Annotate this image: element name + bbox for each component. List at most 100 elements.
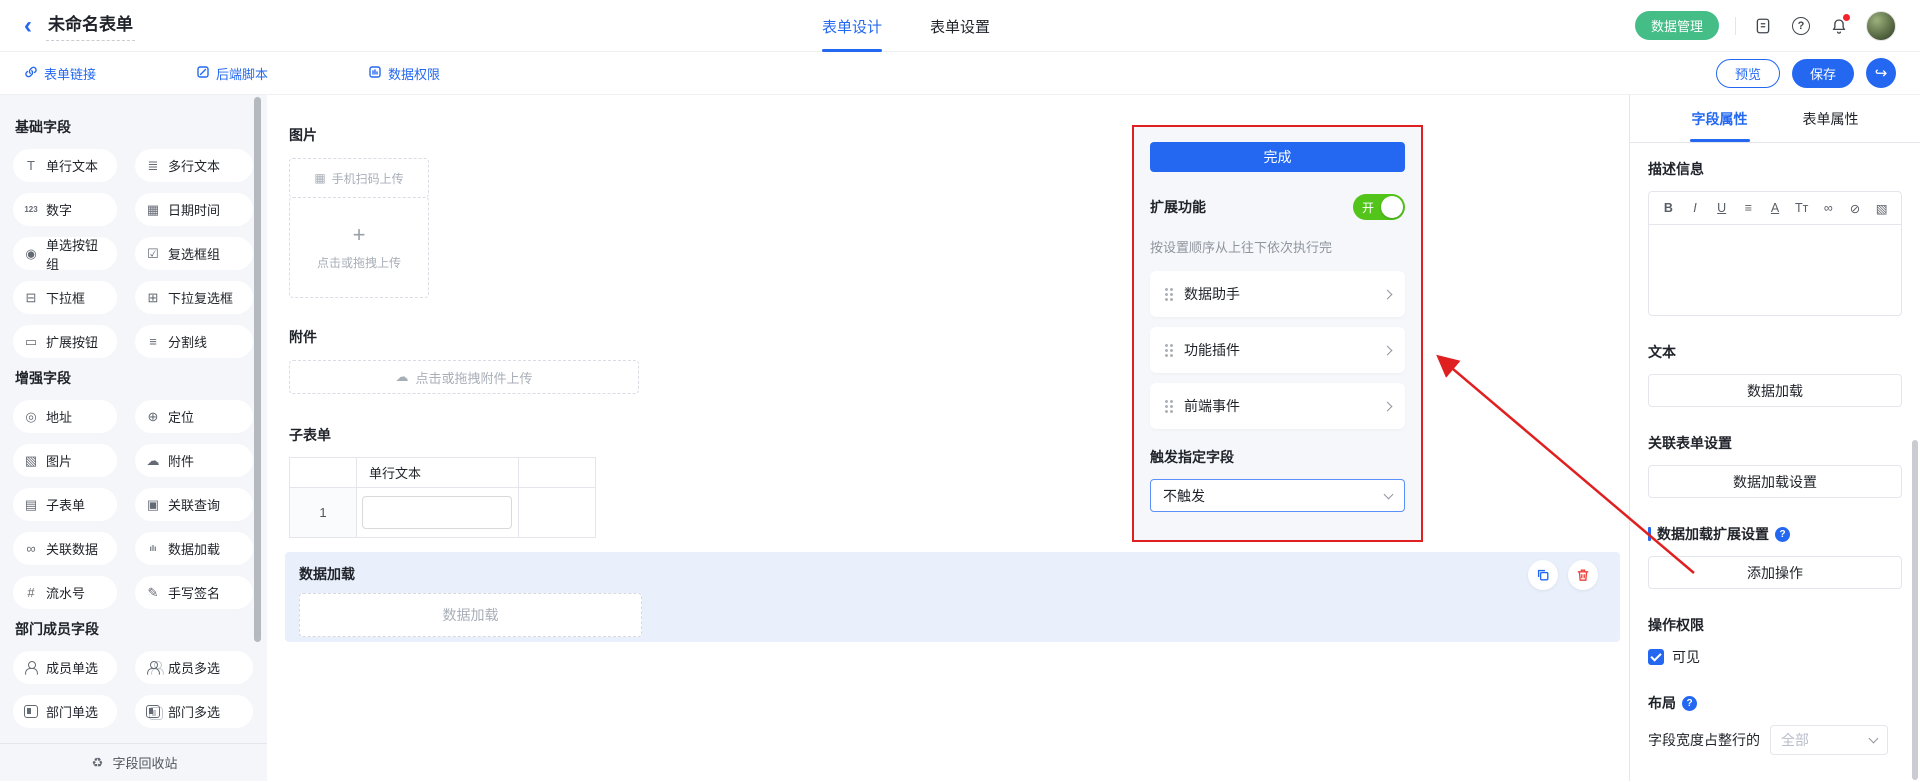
tab-field-properties[interactable]: 字段属性 [1692, 95, 1748, 142]
subform-text-input[interactable] [362, 496, 512, 529]
recycle-bin-label: 字段回收站 [112, 753, 177, 772]
trigger-field-select[interactable]: 不触发 [1150, 479, 1405, 512]
layout-help-icon[interactable] [1682, 696, 1697, 711]
form-link[interactable]: 表单链接 [24, 64, 96, 83]
font-size-icon[interactable]: Tт [1790, 196, 1813, 220]
save-button[interactable]: 保存 [1792, 59, 1854, 88]
image-field[interactable]: 图片 ▦ 手机扫码上传 + 点击或拖拽上传 [289, 125, 429, 298]
data-load-placeholder-box[interactable]: 数据加载 [299, 593, 642, 637]
palette-item-single-line-text[interactable]: T单行文本 [13, 149, 117, 182]
data-permission[interactable]: 数据权限 [368, 64, 440, 83]
attachment-field[interactable]: 附件 ☁ 点击或拖拽附件上传 [289, 327, 639, 394]
extension-toggle[interactable]: 开 [1353, 194, 1405, 220]
palette-item-address[interactable]: ◎ 地址 [13, 400, 117, 433]
insert-image-icon[interactable]: ▧ [1870, 196, 1893, 220]
cloud-upload-icon: ☁ [395, 369, 408, 385]
help-question-icon[interactable] [1775, 527, 1790, 542]
palette-item-member-single[interactable]: 成员单选 [13, 651, 117, 684]
back-icon[interactable]: ‹ [24, 14, 32, 38]
attachment-upload-area[interactable]: ☁ 点击或拖拽附件上传 [289, 360, 639, 394]
visible-checkbox-row[interactable]: 可见 [1648, 647, 1902, 667]
palette-item-image-field[interactable]: ▧图片 [13, 444, 117, 477]
field-width-select[interactable]: 全部 [1770, 725, 1888, 755]
palette-item-dept-multi[interactable]: 部门多选 [135, 695, 253, 728]
rich-text-toolbar: BIU≡ATт∞⊘▧ [1649, 192, 1901, 225]
image-upload-area[interactable]: + 点击或拖拽上传 [289, 197, 429, 298]
dropdown-multi-icon: ⊞ [145, 290, 161, 306]
palette-item-location[interactable]: ⊕定位 [135, 400, 253, 433]
extension-item-function-plugin[interactable]: 功能插件 [1150, 327, 1405, 373]
bold-icon[interactable]: B [1657, 196, 1680, 220]
tab-form-properties[interactable]: 表单属性 [1803, 95, 1859, 142]
description-editor-content[interactable] [1649, 225, 1901, 316]
font-color-icon[interactable]: A [1764, 196, 1787, 220]
palette-item-linked-query[interactable]: ▣关联查询 [135, 488, 253, 521]
palette-grid: ◎ 地址 ⊕定位 ▧图片 ☁附件 ▤子表单 ▣关联查询 ∞关联数据 ılı数据加载 #流水号 ✎手写… [13, 400, 267, 609]
palette-item-radio-group[interactable]: ◉单选按钮组 [13, 237, 117, 270]
attachment-upload-hint: 点击或拖拽附件上传 [415, 368, 532, 387]
palette-item-dept-single[interactable]: 部门单选 [13, 695, 117, 728]
palette-item-subform[interactable]: ▤子表单 [13, 488, 117, 521]
align-icon[interactable]: ≡ [1737, 196, 1760, 220]
drag-handle-icon[interactable] [1164, 399, 1174, 414]
visible-checkbox[interactable] [1648, 649, 1664, 665]
palette-item-datetime[interactable]: ▦日期时间 [135, 193, 253, 226]
extension-items: 数据助手功能插件前端事件 [1150, 271, 1405, 429]
unlink-icon[interactable]: ⊘ [1844, 196, 1867, 220]
form-title[interactable]: 未命名表单 [46, 10, 135, 41]
form-canvas: 图片 ▦ 手机扫码上传 + 点击或拖拽上传 附件 ☁ 点击或拖拽附件上传 [267, 95, 1629, 781]
palette-item-label: 手写签名 [168, 583, 220, 602]
tab-form-settings[interactable]: 表单设置 [930, 0, 990, 52]
palette-item-member-multi[interactable]: 成员多选 [135, 651, 253, 684]
preview-button[interactable]: 预览 [1716, 59, 1780, 88]
delete-field-button[interactable] [1568, 560, 1598, 590]
drag-handle-icon[interactable] [1164, 287, 1174, 302]
add-action-button[interactable]: 添加操作 [1648, 556, 1902, 589]
italic-icon[interactable]: I [1684, 196, 1707, 220]
palette-item-dropdown[interactable]: ⊟下拉框 [13, 281, 117, 314]
palette-item-data-load[interactable]: ılı数据加载 [135, 532, 253, 565]
palette-item-extension-button[interactable]: ▭扩展按钮 [13, 325, 117, 358]
palette-item-signature[interactable]: ✎手写签名 [135, 576, 253, 609]
palette-item-label: 地址 [46, 407, 72, 426]
palette-item-attachment[interactable]: ☁附件 [135, 444, 253, 477]
tab-form-design[interactable]: 表单设计 [822, 0, 882, 52]
help-icon[interactable]: ? [1790, 15, 1812, 37]
backend-script[interactable]: 后端脚本 [196, 64, 268, 83]
contacts-icon[interactable] [1752, 15, 1774, 37]
drag-handle-icon[interactable] [1164, 343, 1174, 358]
done-button[interactable]: 完成 [1150, 142, 1405, 172]
extension-item-frontend-event[interactable]: 前端事件 [1150, 383, 1405, 429]
palette-item-multi-line-text[interactable]: ≣多行文本 [135, 149, 253, 182]
address-icon: ◎ [23, 409, 39, 425]
palette-item-number[interactable]: 123数字 [13, 193, 117, 226]
avatar[interactable] [1866, 11, 1896, 41]
text-value-box[interactable]: 数据加载 [1648, 374, 1902, 407]
field-recycle-bin[interactable]: ♻ 字段回收站 [0, 743, 267, 781]
extension-item-data-assistant[interactable]: 数据助手 [1150, 271, 1405, 317]
qr-upload-area[interactable]: ▦ 手机扫码上传 [289, 158, 429, 198]
underline-icon[interactable]: U [1710, 196, 1733, 220]
palette-item-checkbox-group[interactable]: ☑复选框组 [135, 237, 253, 270]
plus-icon: + [353, 224, 366, 246]
property-inspector: 字段属性表单属性 描述信息 BIU≡ATт∞⊘▧ 文本 数据加载 关联表单设置 … [1629, 95, 1920, 781]
sidebar-scrollbar[interactable] [254, 97, 261, 642]
extension-item-label: 功能插件 [1184, 340, 1240, 360]
notification-bell-icon[interactable] [1828, 15, 1850, 37]
palette-item-divider[interactable]: ≡分割线 [135, 325, 253, 358]
backend-script-label: 后端脚本 [216, 64, 268, 83]
palette-item-dropdown-multi[interactable]: ⊞下拉复选框 [135, 281, 253, 314]
inspector-scrollbar[interactable] [1912, 440, 1918, 780]
palette-item-serial-number[interactable]: #流水号 [13, 576, 117, 609]
share-arrow-icon[interactable]: ↪ [1866, 58, 1896, 88]
duplicate-field-button[interactable] [1528, 560, 1558, 590]
layout-label: 布局 [1648, 693, 1902, 713]
palette-item-linked-data[interactable]: ∞关联数据 [13, 532, 117, 565]
palette-item-label: 关联查询 [168, 495, 220, 514]
data-load-field-selected[interactable]: 数据加载 数据加载 [285, 552, 1620, 642]
data-load-settings-button[interactable]: 数据加载设置 [1648, 465, 1902, 498]
chevron-down-icon [1869, 734, 1879, 744]
data-manage-button[interactable]: 数据管理 [1635, 11, 1719, 40]
link-icon[interactable]: ∞ [1817, 196, 1840, 220]
subform-field[interactable]: 子表单 单行文本 1 [289, 425, 596, 538]
